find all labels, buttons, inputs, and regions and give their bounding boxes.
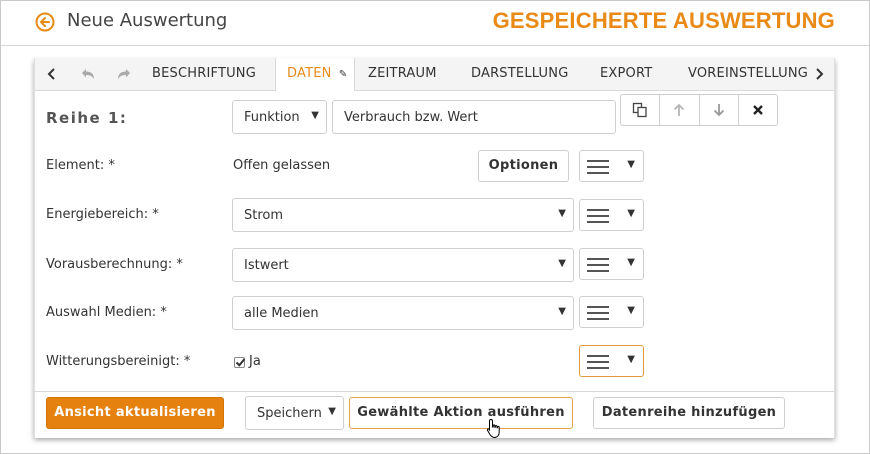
chevron-down-icon: ▼ [558,306,566,317]
element-menu-select[interactable]: ▼ [579,150,644,182]
series-label: Reihe 1: [46,109,128,127]
move-up-icon[interactable] [660,95,700,125]
forecast-select[interactable]: Istwert ▼ [232,248,574,282]
back-arrow-icon[interactable] [35,12,55,32]
series-value-input[interactable]: Verbrauch bzw. Wert [332,100,616,134]
hamburger-icon [587,306,609,320]
energy-value: Strom [244,208,284,223]
media-select[interactable]: alle Medien ▼ [232,296,574,330]
redo-icon[interactable] [113,58,135,90]
chevron-down-icon: ▼ [558,258,566,269]
chevron-down-icon: ▼ [328,406,336,417]
tab-beschriftung[interactable]: BESCHRIFTUNG [152,58,256,90]
element-value: Offen gelassen [233,158,331,173]
tab-daten[interactable]: DATEN ✎ [275,58,355,91]
chevron-down-icon: ▼ [627,305,635,316]
tab-bar: BESCHRIFTUNG DATEN ✎ ZEITRAUM DARSTELLUN… [35,58,834,91]
chevron-down-icon: ▼ [558,208,566,219]
weather-checkbox[interactable] [234,357,246,368]
refresh-view-button[interactable]: Ansicht aktualisieren [46,397,224,429]
tab-export[interactable]: EXPORT [600,58,652,90]
hamburger-icon [587,209,609,223]
chevron-down-icon: ▼ [627,208,635,219]
header-bar: Neue Auswertung GESPEICHERTE AUSWERTUNG [1,1,869,46]
media-value: alle Medien [244,306,319,321]
tab-daten-label: DATEN [287,66,332,81]
move-down-icon[interactable] [700,95,739,125]
media-label: Auswahl Medien: * [46,305,167,320]
series-value-text: Verbrauch bzw. Wert [344,110,478,125]
element-label: Element: * [46,158,115,173]
action-select-value: Speichern [257,406,322,421]
weather-label: Witterungsbereinigt: * [46,354,191,369]
tab-voreinstellung[interactable]: VOREINSTELLUNG [688,58,808,90]
series-type-value: Funktion [244,110,300,125]
media-menu-select[interactable]: ▼ [579,296,644,328]
hamburger-icon [587,355,609,369]
weather-checkbox-label[interactable]: Ja [249,354,261,369]
tabs-prev-icon[interactable] [43,58,61,90]
saved-report-heading: GESPEICHERTE AUSWERTUNG [492,8,835,33]
hand-cursor-icon [486,418,500,439]
chevron-down-icon: ▼ [627,354,635,365]
undo-icon[interactable] [77,58,99,90]
options-button[interactable]: Optionen [478,150,569,182]
energy-menu-select[interactable]: ▼ [579,199,644,231]
close-icon[interactable] [739,95,777,125]
run-action-button[interactable]: Gewählte Aktion ausführen [349,397,573,429]
forecast-value: Istwert [244,258,289,273]
series-toolbar [620,94,778,126]
copy-icon[interactable] [621,95,661,125]
hamburger-icon [587,160,609,174]
chevron-down-icon: ▼ [627,159,635,170]
pencil-icon: ✎ [338,69,348,80]
tab-zeitraum[interactable]: ZEITRAUM [368,58,437,90]
forecast-label: Vorausberechnung: * [46,257,183,272]
hamburger-icon [587,258,609,272]
report-editor-panel: BESCHRIFTUNG DATEN ✎ ZEITRAUM DARSTELLUN… [34,58,835,439]
forecast-menu-select[interactable]: ▼ [579,248,644,280]
add-series-button[interactable]: Datenreihe hinzufügen [593,397,785,429]
chevron-down-icon: ▼ [627,257,635,268]
weather-menu-select[interactable]: ▼ [579,345,644,377]
series-type-select[interactable]: Funktion ▼ [232,100,327,134]
energy-label: Energiebereich: * [46,207,159,222]
energy-select[interactable]: Strom ▼ [232,198,574,232]
chevron-down-icon: ▼ [311,110,319,121]
tabs-next-icon[interactable] [811,58,827,90]
page-title: Neue Auswertung [67,10,228,31]
tab-darstellung[interactable]: DARSTELLUNG [471,58,568,90]
action-select[interactable]: Speichern ▼ [245,396,344,430]
